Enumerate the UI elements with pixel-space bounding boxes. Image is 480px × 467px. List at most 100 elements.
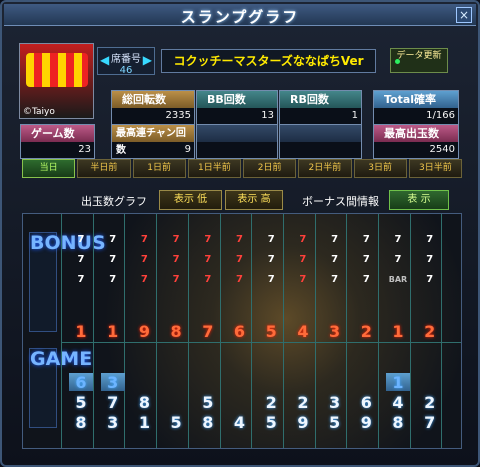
tab-day-4[interactable]: 2日前 bbox=[243, 159, 297, 178]
chain-rank-number: 2 bbox=[360, 322, 372, 341]
game-count-digit: 5 bbox=[202, 393, 214, 412]
chain-rank-number: 1 bbox=[392, 322, 404, 341]
bonus-symbol: 7 bbox=[109, 274, 117, 285]
rb-label: RB回数 bbox=[280, 91, 361, 108]
rb-value: 1 bbox=[280, 108, 361, 124]
chain-rank-number: 3 bbox=[329, 322, 341, 341]
max-chain-label: 最高連チャン回数 bbox=[112, 125, 194, 156]
title-bar: スランプグラフ × bbox=[4, 4, 476, 26]
tab-day-5[interactable]: 2日半前 bbox=[298, 159, 352, 178]
game-count-digit: 8 bbox=[75, 413, 87, 432]
show-button[interactable]: 表 示 bbox=[389, 190, 449, 210]
bonus-symbol: 7 bbox=[140, 274, 148, 285]
rb-card: RB回数 1 bbox=[279, 90, 362, 125]
status-led-icon bbox=[395, 59, 400, 64]
prev-arrow-icon[interactable]: ◀ bbox=[100, 53, 109, 67]
machine-name: コクッチーマスターズななぱちVer bbox=[161, 49, 376, 73]
game-count-digit: 4 bbox=[233, 413, 246, 432]
slump-graph-window: スランプグラフ × ©Taiyo ◀ 席番号 46 ▶ コクッチーマスターズなな… bbox=[0, 0, 480, 467]
grid-line-v bbox=[61, 214, 62, 448]
bonus-symbol: 7 bbox=[299, 234, 307, 245]
bonus-symbol: 7 bbox=[362, 254, 370, 265]
game-count-digit: 5 bbox=[75, 393, 87, 412]
game-count-digit: 9 bbox=[360, 413, 372, 432]
empty-card-1 bbox=[196, 124, 278, 159]
game-count-digit: 9 bbox=[297, 413, 309, 432]
total-rate-card: Total確率 1/166 bbox=[373, 90, 459, 125]
game-count-digit: 2 bbox=[297, 393, 309, 412]
tab-day-7[interactable]: 3日半前 bbox=[408, 159, 462, 178]
game-count-digit: 3 bbox=[100, 373, 125, 392]
bonus-symbol: BAR bbox=[388, 275, 408, 284]
thumbnail-brand: ©Taiyo bbox=[23, 107, 55, 117]
tab-day-6[interactable]: 3日前 bbox=[353, 159, 407, 178]
bonus-symbol: 7 bbox=[172, 234, 180, 245]
tab-day-2[interactable]: 1日前 bbox=[132, 159, 186, 178]
game-count-digit: 8 bbox=[202, 413, 214, 432]
game-count-digit: 7 bbox=[107, 393, 119, 412]
tab-day-0[interactable]: 当日 bbox=[22, 159, 76, 178]
empty-card-value-2 bbox=[280, 142, 361, 158]
game-count-digit: 5 bbox=[265, 413, 277, 432]
total-rate-label: Total確率 bbox=[374, 91, 458, 108]
game-count-digit: 2 bbox=[265, 393, 277, 412]
total-spins-label: 総回転数 bbox=[112, 91, 194, 108]
bonus-symbol: 7 bbox=[267, 234, 275, 245]
game-count-digit: 3 bbox=[107, 413, 119, 432]
grid-line-h bbox=[61, 342, 461, 343]
seat-selector[interactable]: ◀ 席番号 46 ▶ bbox=[97, 47, 155, 76]
bonus-band: BONUS bbox=[29, 232, 106, 332]
bonus-graph-area: BONUS GAME 7 7 7 7 7 7 7 7 7 7 7 7 7 7 7 7 7 7 7 7 7 7 7 7 7 7 7 7 7… bbox=[22, 213, 462, 449]
chain-rank-number: 5 bbox=[265, 322, 277, 341]
bonus-symbol: 7 bbox=[204, 234, 212, 245]
bonus-symbol: 7 bbox=[331, 234, 339, 245]
games-label: ゲーム数 bbox=[21, 125, 94, 142]
games-value: 23 bbox=[21, 142, 94, 158]
bonus-symbol: 7 bbox=[267, 274, 275, 285]
game-count-digit: 1 bbox=[138, 413, 150, 432]
bonus-symbol: 7 bbox=[299, 254, 307, 265]
bonus-symbol: 7 bbox=[267, 254, 275, 265]
max-payout-card: 最高出玉数 2540 bbox=[373, 124, 459, 159]
tab-day-3[interactable]: 1日半前 bbox=[187, 159, 241, 178]
display-high-button[interactable]: 表示 高 bbox=[225, 190, 283, 210]
bonus-symbol: 7 bbox=[362, 274, 370, 285]
bonus-symbol: 7 bbox=[77, 254, 85, 265]
bonus-symbol: 7 bbox=[109, 234, 117, 245]
bonus-symbol: 7 bbox=[331, 274, 339, 285]
max-chain-card: 最高連チャン回数 9 bbox=[111, 124, 195, 159]
close-icon[interactable]: × bbox=[456, 7, 472, 23]
game-count-digit: 2 bbox=[424, 393, 436, 412]
chain-rank-number: 6 bbox=[233, 322, 246, 341]
tab-day-1[interactable]: 半日前 bbox=[77, 159, 131, 178]
chain-rank-number: 7 bbox=[202, 322, 214, 341]
bonus-symbol: 7 bbox=[362, 234, 370, 245]
data-update-button[interactable]: データ更新 bbox=[390, 48, 448, 73]
bonus-symbol: 7 bbox=[204, 254, 212, 265]
game-count-digit: 5 bbox=[170, 413, 182, 432]
total-rate-value: 1/166 bbox=[374, 108, 458, 124]
game-count-digit: 6 bbox=[69, 373, 93, 392]
bonus-symbol: 7 bbox=[394, 254, 402, 265]
total-spins-card: 総回転数 2335 bbox=[111, 90, 195, 125]
display-low-button[interactable]: 表示 低 bbox=[159, 190, 222, 210]
next-arrow-icon[interactable]: ▶ bbox=[143, 53, 152, 67]
bb-label: BB回数 bbox=[197, 91, 277, 108]
bonus-symbol: 7 bbox=[77, 234, 85, 245]
game-count-digit: 5 bbox=[329, 413, 341, 432]
graph-controls: 出玉数グラフ 表示 低 表示 高 ボーナス間情報 表 示 bbox=[75, 189, 465, 211]
bonus-symbol: 7 bbox=[426, 234, 434, 245]
chain-rank-number: 2 bbox=[424, 322, 436, 341]
empty-card-value-1 bbox=[197, 142, 277, 158]
bonus-symbol: 7 bbox=[204, 274, 212, 285]
bonus-symbol: 7 bbox=[236, 234, 243, 245]
game-count-digit: 4 bbox=[392, 393, 404, 412]
chain-rank-number: 1 bbox=[107, 322, 119, 341]
bonus-symbol: 7 bbox=[394, 234, 402, 245]
bonus-symbol: 7 bbox=[172, 274, 180, 285]
game-count-digit: 8 bbox=[392, 413, 404, 432]
bonus-symbol: 7 bbox=[140, 234, 148, 245]
bonus-symbol: 7 bbox=[140, 254, 148, 265]
max-payout-label: 最高出玉数 bbox=[374, 125, 458, 142]
bonus-symbol: 7 bbox=[236, 274, 243, 285]
